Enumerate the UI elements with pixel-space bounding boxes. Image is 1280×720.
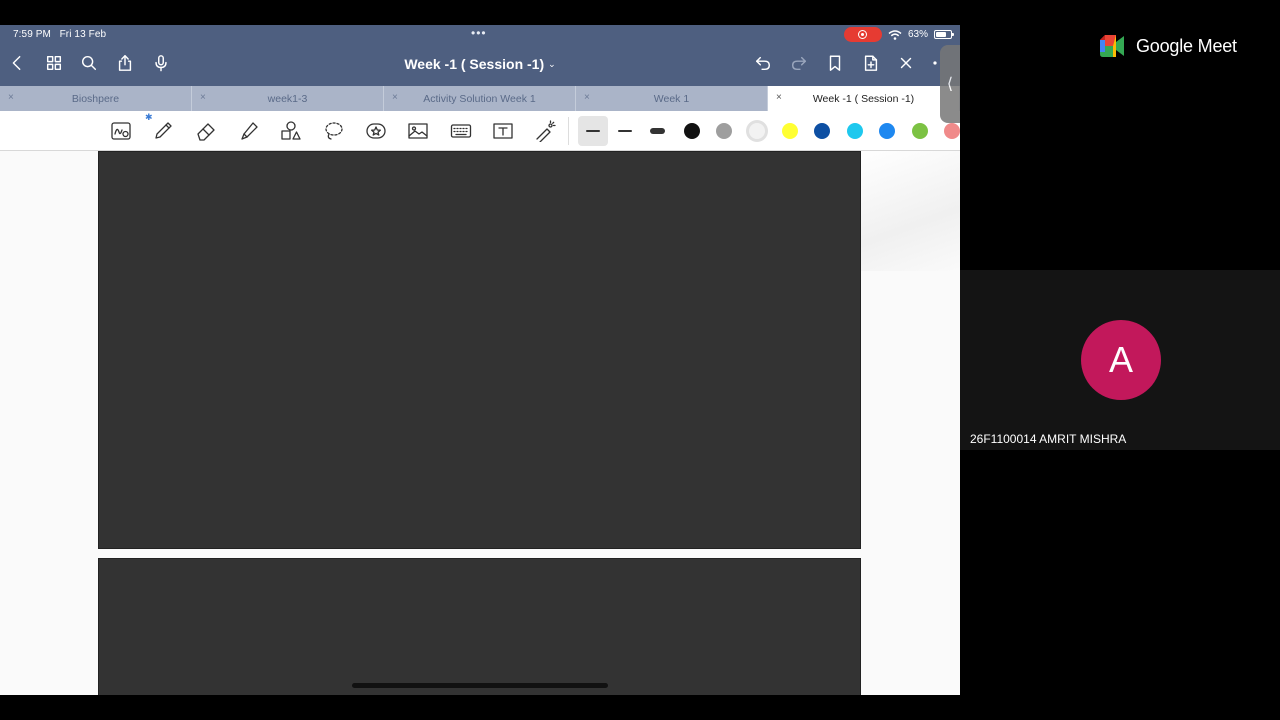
- lasso-icon[interactable]: [322, 119, 346, 143]
- home-indicator[interactable]: [352, 683, 608, 688]
- color-swatch-white[interactable]: [749, 123, 765, 139]
- tab-close-icon[interactable]: ×: [392, 92, 398, 103]
- sticker-icon[interactable]: [364, 119, 388, 143]
- tab-week-1[interactable]: × Week 1: [576, 86, 768, 111]
- chevron-down-icon: ⌄: [548, 59, 556, 69]
- stroke-medium[interactable]: [618, 129, 632, 132]
- stroke-thick[interactable]: [650, 128, 665, 134]
- tab-label: week1-3: [267, 92, 308, 105]
- more-icon[interactable]: [930, 53, 940, 73]
- highlighter-icon[interactable]: [237, 119, 261, 143]
- color-swatch-blue[interactable]: [879, 123, 895, 139]
- undo-icon[interactable]: [753, 53, 773, 73]
- stroke-thin: [586, 130, 600, 132]
- battery-percent: 63%: [907, 29, 928, 40]
- shapes-icon[interactable]: [279, 119, 303, 143]
- document-tabs: × Bioshpere × week1-3 × Activity Solutio…: [0, 86, 960, 111]
- screen-recording-icon: [843, 27, 882, 42]
- pen-icon[interactable]: [151, 119, 175, 143]
- participant-tile[interactable]: A 26F1100014 AMRIT MISHRA: [960, 270, 1280, 450]
- status-clock: 7:59 PM Fri 13 Feb: [13, 29, 106, 40]
- drawing-toolbar: ✱: [0, 111, 960, 151]
- color-swatch-black[interactable]: [684, 123, 700, 139]
- tab-bioshpere[interactable]: × Bioshpere: [0, 86, 192, 111]
- tab-close-icon[interactable]: ×: [200, 92, 206, 103]
- tab-week-1-session-1[interactable]: × Week -1 ( Session -1): [768, 86, 960, 111]
- participant-name: 26F1100014 AMRIT MISHRA: [970, 432, 1127, 446]
- tab-activity-solution-week-1[interactable]: × Activity Solution Week 1: [384, 86, 576, 111]
- eraser-icon[interactable]: [194, 119, 218, 143]
- tab-close-icon[interactable]: ×: [584, 92, 590, 103]
- tab-label: Bioshpere: [71, 92, 120, 105]
- status-indicators: 63%: [843, 27, 954, 42]
- handwriting-icon[interactable]: [109, 119, 133, 143]
- tab-close-icon[interactable]: ×: [8, 92, 14, 103]
- add-page-icon[interactable]: [861, 53, 881, 73]
- tab-week1-3[interactable]: × week1-3: [192, 86, 384, 111]
- color-swatch-green[interactable]: [912, 123, 928, 139]
- avatar: A: [1081, 320, 1161, 400]
- document-title-text: Week -1 ( Session -1): [404, 56, 545, 72]
- battery-icon: [934, 30, 954, 39]
- notebook-page-2[interactable]: [98, 558, 861, 695]
- close-icon[interactable]: [896, 53, 916, 73]
- multitasking-dots[interactable]: •••: [471, 26, 487, 40]
- status-time: 7:59 PM: [13, 29, 51, 40]
- bookmark-icon[interactable]: [825, 53, 845, 73]
- google-meet-brand: Google Meet: [1136, 35, 1237, 56]
- sidebar-handle-icon[interactable]: ⟨: [940, 45, 960, 123]
- tab-label: Week 1: [653, 92, 690, 105]
- tab-label: Activity Solution Week 1: [423, 92, 536, 105]
- color-swatch-cyan[interactable]: [847, 123, 863, 139]
- wifi-icon: [888, 29, 902, 40]
- redo-icon[interactable]: [789, 53, 809, 73]
- tab-label: Week -1 ( Session -1): [812, 92, 915, 105]
- canvas-margin: [861, 151, 960, 271]
- document-title[interactable]: Week -1 ( Session -1) ⌄: [0, 56, 960, 72]
- color-swatch-yellow[interactable]: [782, 123, 798, 139]
- shared-ipad-screen: 7:59 PM Fri 13 Feb ••• 63% Week -1 (Ses…: [0, 25, 960, 695]
- google-meet-icon: [1100, 35, 1124, 57]
- notebook-page-1[interactable]: [98, 151, 861, 549]
- color-swatch-gray[interactable]: [716, 123, 732, 139]
- tab-close-icon[interactable]: ×: [776, 92, 782, 103]
- color-swatch-pink[interactable]: [944, 123, 960, 139]
- status-date: Fri 13 Feb: [59, 29, 107, 40]
- toolbar-divider: [568, 117, 569, 145]
- keyboard-icon[interactable]: [449, 119, 473, 143]
- goodnotes-topbar: 7:59 PM Fri 13 Feb ••• 63% Week -1 (Ses…: [0, 25, 960, 86]
- laser-pointer-icon[interactable]: [533, 119, 557, 143]
- google-meet-logo: Google Meet: [1100, 35, 1237, 57]
- image-icon[interactable]: [406, 119, 430, 143]
- text-box-icon[interactable]: [491, 119, 515, 143]
- color-swatch-dark-blue[interactable]: [814, 123, 830, 139]
- screen: 7:59 PM Fri 13 Feb ••• 63% Week -1 (Ses…: [0, 0, 1280, 720]
